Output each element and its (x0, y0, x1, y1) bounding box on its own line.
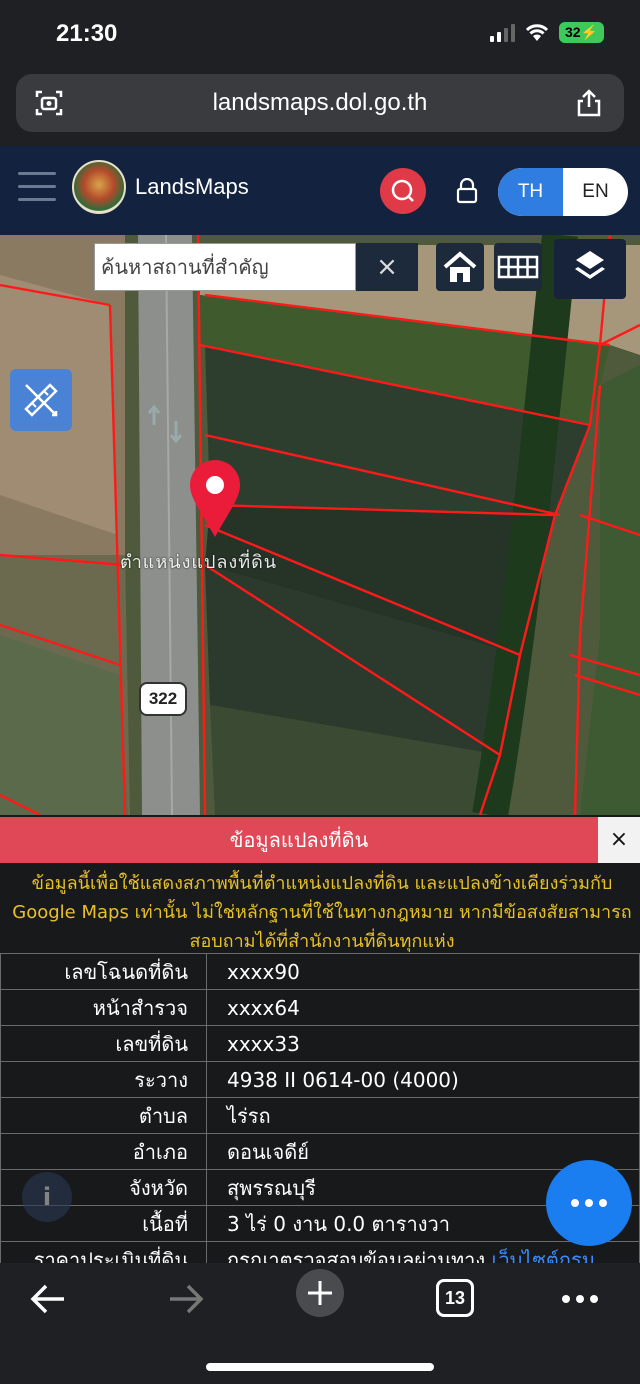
map-view[interactable]: × ตำแหน่งแปลงที่ดิน 322 (0, 235, 640, 815)
search-button[interactable] (380, 168, 426, 214)
row-key: ราคาประเมินที่ดิน (0, 1241, 207, 1263)
panel-close-button[interactable]: × (598, 817, 640, 863)
hamburger-menu-icon[interactable] (18, 172, 56, 204)
home-indicator (206, 1363, 434, 1371)
table-row: ตำบล ไร่รถ (0, 1097, 640, 1134)
row-key: หน้าสำรวจ (0, 989, 207, 1026)
satellite-map-background (0, 235, 640, 815)
road-number-sign: 322 (139, 682, 187, 716)
table-row: เลขโฉนดที่ดิน xxxx90 (0, 953, 640, 990)
row-value: xxxx33 (206, 1025, 640, 1062)
row-value-appraisal: กรุณาตรวจสอบข้อมูลผ่านทาง เว็บไซต์กรม (206, 1241, 640, 1264)
info-icon[interactable]: i (22, 1172, 72, 1222)
lang-th-option[interactable]: TH (498, 168, 563, 216)
url-text: landsmaps.dol.go.th (212, 89, 428, 116)
tabs-count-button[interactable]: 13 (436, 1279, 474, 1317)
app-header: LandsMaps TH EN (0, 146, 640, 235)
row-key: ตำบล (0, 1097, 207, 1134)
parcel-info-panel: ข้อมูลแปลงที่ดิน × ข้อมูลนี้เพื่อใช้แสดง… (0, 815, 640, 1263)
home-icon (443, 251, 477, 282)
lock-icon[interactable] (455, 178, 479, 204)
dot-icon (599, 1199, 607, 1207)
row-value: xxxx64 (206, 989, 640, 1026)
panel-title: ข้อมูลแปลงที่ดิน (0, 817, 598, 863)
battery-indicator: 32⚡ (558, 22, 604, 43)
battery-level: 32 (564, 24, 581, 40)
appraisal-text: กรุณาตรวจสอบข้อมูลผ่านทาง (227, 1247, 492, 1264)
share-icon[interactable] (574, 88, 604, 118)
dol-logo (72, 160, 126, 214)
more-menu-icon[interactable] (558, 1275, 602, 1323)
row-value: xxxx90 (206, 953, 640, 990)
layers-button[interactable] (554, 239, 626, 299)
place-search-box[interactable] (94, 243, 356, 291)
table-row: เนื้อที่ 3 ไร่ 0 งาน 0.0 ตารางวา (0, 1205, 640, 1242)
wifi-icon (525, 23, 549, 41)
status-icons: 32⚡ (489, 22, 604, 43)
table-row: ราคาประเมินที่ดิน กรุณาตรวจสอบข้อมูลผ่านท… (0, 1241, 640, 1264)
more-actions-button[interactable] (546, 1160, 632, 1246)
row-key: ระวาง (0, 1061, 207, 1098)
dot-icon (571, 1199, 579, 1207)
row-key: อำเภอ (0, 1133, 207, 1170)
status-bar: 21:30 32⚡ (0, 0, 640, 70)
language-toggle[interactable]: TH EN (498, 168, 628, 216)
grid-icon (497, 255, 539, 279)
department-website-link[interactable]: เว็บไซต์กรม (492, 1248, 595, 1264)
back-arrow-icon[interactable] (26, 1275, 72, 1323)
row-value: ไร่รถ (206, 1097, 640, 1134)
table-row: อำเภอ ดอนเจดีย์ (0, 1133, 640, 1170)
row-value: 4938 II 0614-00 (4000) (206, 1061, 640, 1098)
parcel-marker-label: ตำแหน่งแปลงที่ดิน (120, 552, 278, 573)
layers-icon (575, 251, 605, 279)
search-clear-button[interactable]: × (356, 243, 418, 291)
grid-button[interactable] (494, 243, 542, 291)
new-tab-plus-icon[interactable] (292, 1269, 348, 1317)
table-row: หน้าสำรวจ xxxx64 (0, 989, 640, 1026)
status-time: 21:30 (56, 20, 118, 47)
place-search-input[interactable] (95, 244, 355, 290)
home-button[interactable] (436, 243, 484, 291)
parcel-info-table: เลขโฉนดที่ดิน xxxx90 หน้าสำรวจ xxxx64 เลขท… (0, 953, 640, 1263)
table-row: ระวาง 4938 II 0614-00 (4000) (0, 1061, 640, 1098)
address-bar[interactable]: landsmaps.dol.go.th (16, 74, 624, 132)
ruler-pencil-icon (24, 383, 58, 417)
browser-address-area: landsmaps.dol.go.th (0, 70, 640, 146)
row-key: เลขโฉนดที่ดิน (0, 953, 207, 990)
search-icon (391, 179, 414, 202)
forward-arrow-icon[interactable] (162, 1275, 208, 1323)
brand-name: LandsMaps (135, 174, 249, 199)
disclaimer-note: ข้อมูลนี้เพื่อใช้แสดงสภาพพื้นที่ตำแหน่งแ… (12, 873, 632, 952)
cellular-signal-icon (489, 23, 515, 42)
measure-tool-button[interactable] (10, 369, 72, 431)
lang-en-option[interactable]: EN (563, 168, 628, 216)
table-row: จังหวัด สุพรรณบุรี (0, 1169, 640, 1206)
table-row: เลขที่ดิน xxxx33 (0, 1025, 640, 1062)
row-key: เลขที่ดิน (0, 1025, 207, 1062)
dot-icon (585, 1199, 593, 1207)
